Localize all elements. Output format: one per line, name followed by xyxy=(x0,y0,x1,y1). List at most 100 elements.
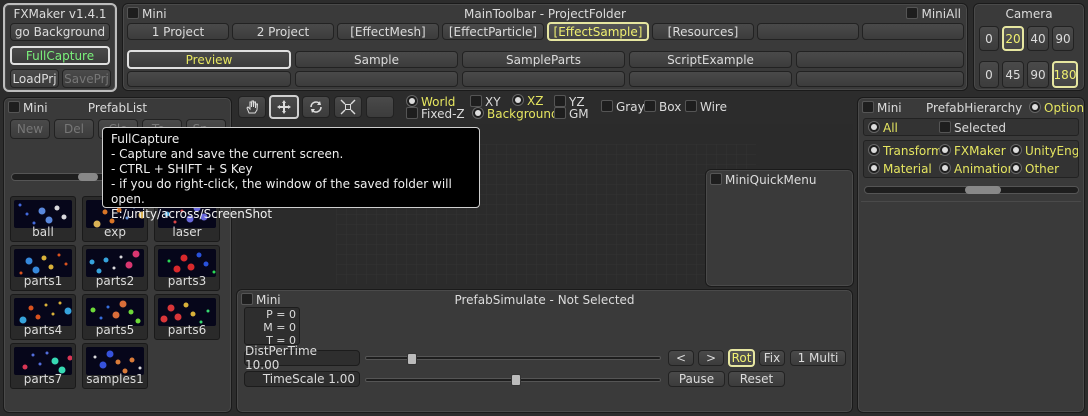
hierarchy-all-label: All xyxy=(883,121,898,135)
camera-panel: Camera 0 20 40 90 0 45 90 180 xyxy=(973,3,1085,91)
time-scale-slider-knob[interactable] xyxy=(510,374,521,386)
hierarchy-all-radio[interactable]: All xyxy=(868,121,898,135)
prefab-thumbnail-image xyxy=(14,347,72,375)
fixed-z-checkbox-icon xyxy=(406,107,418,119)
folder-empty-3[interactable] xyxy=(295,71,458,87)
folder-sample[interactable]: Sample xyxy=(295,51,458,68)
tab-empty-1[interactable] xyxy=(757,23,859,40)
folder-empty-6[interactable] xyxy=(796,71,964,87)
prefab-item[interactable]: parts5 xyxy=(82,294,148,340)
prefab-item[interactable]: samples1 xyxy=(82,343,148,389)
hierarchy-mini-toggle[interactable]: Mini xyxy=(862,101,902,115)
camera-distance-0[interactable]: 0 xyxy=(979,26,999,51)
filter-material[interactable]: Material xyxy=(868,162,932,176)
rotate-icon xyxy=(310,101,322,113)
hierarchy-mini-label: Mini xyxy=(877,101,902,115)
camera-distance-40[interactable]: 40 xyxy=(1027,26,1049,51)
gm-label: GM xyxy=(569,107,589,121)
folder-empty-1[interactable] xyxy=(796,51,964,68)
prefab-item[interactable]: parts2 xyxy=(82,245,148,291)
prefab-item[interactable]: parts1 xyxy=(10,245,76,291)
folder-empty-4[interactable] xyxy=(462,71,625,87)
camera-distance-90[interactable]: 90 xyxy=(1052,26,1074,51)
prefab-delete-button[interactable]: Del xyxy=(54,119,94,139)
mini-checkbox-icon xyxy=(862,101,874,113)
background-radio-icon xyxy=(472,107,484,119)
folder-preview[interactable]: Preview xyxy=(127,50,291,69)
prefab-item[interactable]: parts6 xyxy=(154,294,220,340)
box-toggle[interactable]: Box xyxy=(644,100,681,114)
folder-sample-parts[interactable]: SampleParts xyxy=(462,51,625,68)
filter-animation[interactable]: Animation xyxy=(939,162,1015,176)
tab-effect-mesh[interactable]: [EffectMesh] xyxy=(337,23,439,40)
hierarchy-option-toggle[interactable]: Option xyxy=(1029,101,1084,115)
gray-checkbox-icon xyxy=(601,100,613,112)
filter-fxmaker[interactable]: FXMaker xyxy=(939,144,1006,158)
tooltip-line-title: FullCapture xyxy=(111,132,180,146)
time-scale-field[interactable]: TimeScale 1.00 xyxy=(244,371,360,387)
toolbar-title: MainToolbar - ProjectFolder xyxy=(464,7,626,21)
folder-script-example[interactable]: ScriptExample xyxy=(629,51,792,68)
prefab-item-label: exp xyxy=(104,225,126,239)
rot-button[interactable]: Rot xyxy=(728,349,755,367)
tab-2-project[interactable]: 2 Project xyxy=(232,23,334,40)
camera-angle-90[interactable]: 90 xyxy=(1027,61,1049,88)
prefab-item[interactable]: parts4 xyxy=(10,294,76,340)
tab-resources[interactable]: [Resources] xyxy=(652,23,754,40)
gray-toggle[interactable]: Gray xyxy=(601,100,645,114)
tab-effect-sample[interactable]: [EffectSample] xyxy=(547,22,649,41)
filter-other[interactable]: Other xyxy=(1010,162,1059,176)
stat-particles: P = 0 xyxy=(266,308,296,321)
save-project-button[interactable]: SavePrj xyxy=(62,69,111,88)
folder-empty-2[interactable] xyxy=(127,71,291,87)
camera-angle-45[interactable]: 45 xyxy=(1002,61,1024,88)
hierarchy-selected-radio[interactable]: Selected xyxy=(939,121,1006,135)
move-tool-button[interactable] xyxy=(269,95,299,119)
prefab-thumbnail-image xyxy=(86,249,144,277)
filter-unity-engine[interactable]: UnityEngi xyxy=(1010,144,1078,158)
scale-tool-button[interactable] xyxy=(334,96,362,118)
toolbar-mini-all-toggle[interactable]: MiniAll xyxy=(906,7,961,21)
tab-effect-particle[interactable]: [EffectParticle] xyxy=(442,23,544,40)
fixed-z-label: Fixed-Z xyxy=(421,107,465,121)
filter-transform[interactable]: Transform xyxy=(868,144,943,158)
box-label: Box xyxy=(659,100,682,114)
camera-angle-180[interactable]: 180 xyxy=(1052,61,1078,88)
box-checkbox-icon xyxy=(644,100,656,112)
tooltip-line-3: - if you do right-click, the window of t… xyxy=(111,177,452,206)
rotate-tool-button[interactable] xyxy=(302,96,330,118)
load-project-button[interactable]: LoadPrj xyxy=(10,69,59,88)
mini-quick-menu-toggle[interactable]: MiniQuickMenu xyxy=(710,173,817,187)
go-background-button[interactable]: go Background xyxy=(10,23,110,41)
prefab-thumbnail-image xyxy=(14,200,72,228)
blank-tool-button[interactable] xyxy=(366,96,394,118)
camera-angle-0[interactable]: 0 xyxy=(979,61,999,88)
hierarchy-scroll-thumb[interactable] xyxy=(965,186,1001,194)
background-toggle[interactable]: Background xyxy=(472,107,559,121)
gm-toggle[interactable]: GM xyxy=(554,107,589,121)
prefab-item[interactable]: ball xyxy=(10,196,76,242)
prefab-item[interactable]: parts3 xyxy=(154,245,220,291)
prefab-list-scroll-thumb[interactable] xyxy=(78,173,98,181)
prefab-item-label: parts1 xyxy=(23,274,63,288)
folder-empty-5[interactable] xyxy=(629,71,792,87)
tab-1-project[interactable]: 1 Project xyxy=(127,23,229,40)
tab-empty-2[interactable] xyxy=(862,23,964,40)
dist-per-time-field[interactable]: DistPerTime 10.00 xyxy=(244,344,360,372)
fix-button[interactable]: Fix xyxy=(759,350,785,366)
prefab-item[interactable]: parts7 xyxy=(10,343,76,389)
next-button[interactable]: > xyxy=(698,350,724,366)
hand-tool-button[interactable] xyxy=(238,96,266,118)
wire-toggle[interactable]: Wire xyxy=(685,100,727,114)
fixed-z-checkbox[interactable]: Fixed-Z xyxy=(406,107,465,121)
pause-button[interactable]: Pause xyxy=(668,371,725,387)
xz-radio[interactable]: XZ xyxy=(512,94,543,108)
reset-button[interactable]: Reset xyxy=(728,371,785,387)
prev-button[interactable]: < xyxy=(668,350,694,366)
full-capture-button[interactable]: FullCapture xyxy=(10,46,110,65)
dist-per-time-slider-knob[interactable] xyxy=(407,353,418,365)
hierarchy-title: PrefabHierarchy xyxy=(926,101,1023,115)
prefab-new-button[interactable]: New xyxy=(10,119,50,139)
camera-distance-20[interactable]: 20 xyxy=(1002,26,1024,51)
multi-button[interactable]: 1 Multi xyxy=(790,350,846,366)
